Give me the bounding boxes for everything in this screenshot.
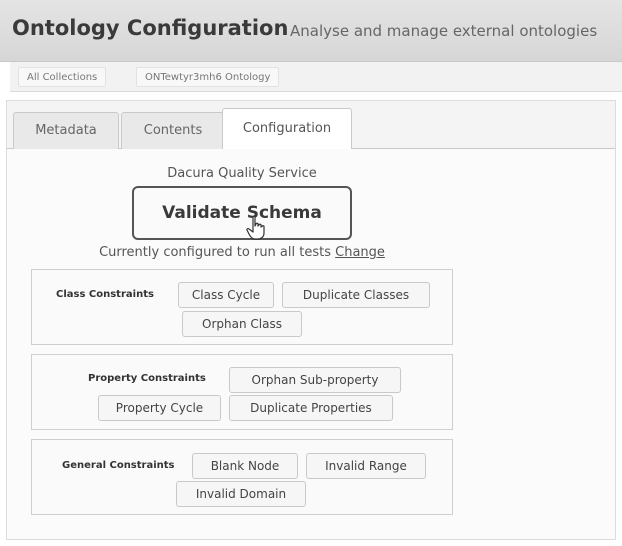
service-label: Dacura Quality Service [167, 166, 317, 181]
hand-pointer-icon [246, 215, 265, 240]
tab-contents[interactable]: Contents [121, 112, 225, 149]
group-label: General Constraints [62, 460, 175, 471]
page-subtitle: Analyse and manage external ontologies [290, 22, 598, 40]
test-duplicate-classes[interactable]: Duplicate Classes [282, 282, 430, 308]
tab-bar: Metadata Contents Configuration [7, 107, 615, 150]
validate-schema-button[interactable]: Validate Schema [132, 186, 352, 240]
test-property-cycle[interactable]: Property Cycle [98, 395, 221, 421]
ontology-panel: Metadata Contents Configuration Dacura Q… [6, 100, 616, 540]
tab-metadata[interactable]: Metadata [13, 112, 119, 149]
test-orphan-class[interactable]: Orphan Class [182, 311, 302, 337]
page-header: Ontology Configuration Analyse and manag… [0, 0, 622, 62]
test-class-cycle[interactable]: Class Cycle [178, 282, 274, 308]
tab-configuration[interactable]: Configuration [222, 108, 352, 150]
property-constraints-group: Property Constraints Orphan Sub-property… [31, 354, 453, 430]
page-title: Ontology Configuration [12, 16, 289, 40]
configuration-content: Dacura Quality Service Validate Schema C… [7, 149, 615, 539]
test-invalid-domain[interactable]: Invalid Domain [176, 481, 306, 507]
test-invalid-range[interactable]: Invalid Range [306, 453, 426, 479]
general-constraints-group: General Constraints Blank Node Invalid R… [31, 439, 453, 515]
breadcrumb-all-collections[interactable]: All Collections [18, 67, 107, 87]
config-status: Currently configured to run all tests Ch… [7, 245, 477, 260]
change-link[interactable]: Change [335, 245, 385, 260]
test-duplicate-properties[interactable]: Duplicate Properties [229, 395, 393, 421]
breadcrumb: All Collections ONTewtyr3mh6 Ontology [10, 62, 622, 92]
class-constraints-group: Class Constraints Class Cycle Duplicate … [31, 269, 453, 345]
group-label: Class Constraints [56, 289, 154, 300]
breadcrumb-ontology[interactable]: ONTewtyr3mh6 Ontology [136, 67, 280, 87]
test-blank-node[interactable]: Blank Node [192, 453, 298, 479]
test-orphan-sub-property[interactable]: Orphan Sub-property [229, 367, 401, 393]
group-label: Property Constraints [88, 373, 206, 384]
config-status-text: Currently configured to run all tests [99, 245, 331, 260]
